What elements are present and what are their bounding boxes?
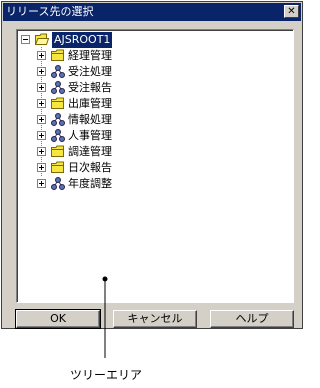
tree-root-label: AJSROOT1	[52, 32, 113, 48]
cancel-button[interactable]: キャンセル	[113, 310, 197, 328]
collapse-icon[interactable]	[21, 35, 31, 45]
folder-icon	[51, 145, 64, 157]
expand-icon[interactable]	[37, 67, 47, 77]
jobnet-icon	[51, 65, 65, 78]
jobnet-icon	[51, 129, 65, 142]
folder-icon	[51, 49, 64, 61]
folder-icon	[51, 97, 64, 109]
tree-item-label: 情報処理	[68, 113, 112, 126]
close-icon: ✕	[287, 6, 296, 17]
tree-item-label: 経理管理	[68, 49, 112, 62]
expand-icon[interactable]	[37, 99, 47, 109]
expand-icon[interactable]	[37, 83, 47, 93]
tree-area[interactable]: AJSROOT1 経理管理受注処理受注報告出庫管理情報処理人事管理調達管理日次報…	[16, 29, 294, 303]
ok-button[interactable]: OK	[15, 309, 101, 329]
tree-item-label: 受注処理	[68, 65, 112, 78]
tree-area-callout-label: ツリーエリア	[70, 368, 143, 382]
expand-icon[interactable]	[37, 115, 47, 125]
tree-item-label: 受注報告	[68, 81, 112, 94]
release-target-dialog: リリース先の選択 ✕ AJSROOT1 経理管理 受注処理 受注報告 出庫管理 …	[1, 1, 303, 329]
folder-open-icon	[35, 33, 49, 45]
jobnet-icon	[51, 113, 65, 126]
title-bar: リリース先の選択 ✕	[3, 3, 301, 21]
jobnet-icon	[51, 81, 65, 94]
expand-icon[interactable]	[37, 163, 47, 173]
expand-icon[interactable]	[37, 179, 47, 189]
tree-item-label: 調達管理	[68, 145, 112, 158]
help-button[interactable]: ヘルプ	[210, 310, 294, 328]
tree-item-label: 人事管理	[68, 129, 112, 142]
folder-icon	[51, 161, 64, 173]
jobnet-icon	[51, 177, 65, 190]
expand-icon[interactable]	[37, 147, 47, 157]
expand-icon[interactable]	[37, 51, 47, 61]
tree-item-label: 年度調整	[68, 177, 112, 190]
window-title: リリース先の選択	[6, 5, 94, 18]
tree-item-label: 日次報告	[68, 161, 112, 174]
expand-icon[interactable]	[37, 131, 47, 141]
close-button[interactable]: ✕	[284, 5, 299, 18]
tree-item-label: 出庫管理	[68, 97, 112, 110]
